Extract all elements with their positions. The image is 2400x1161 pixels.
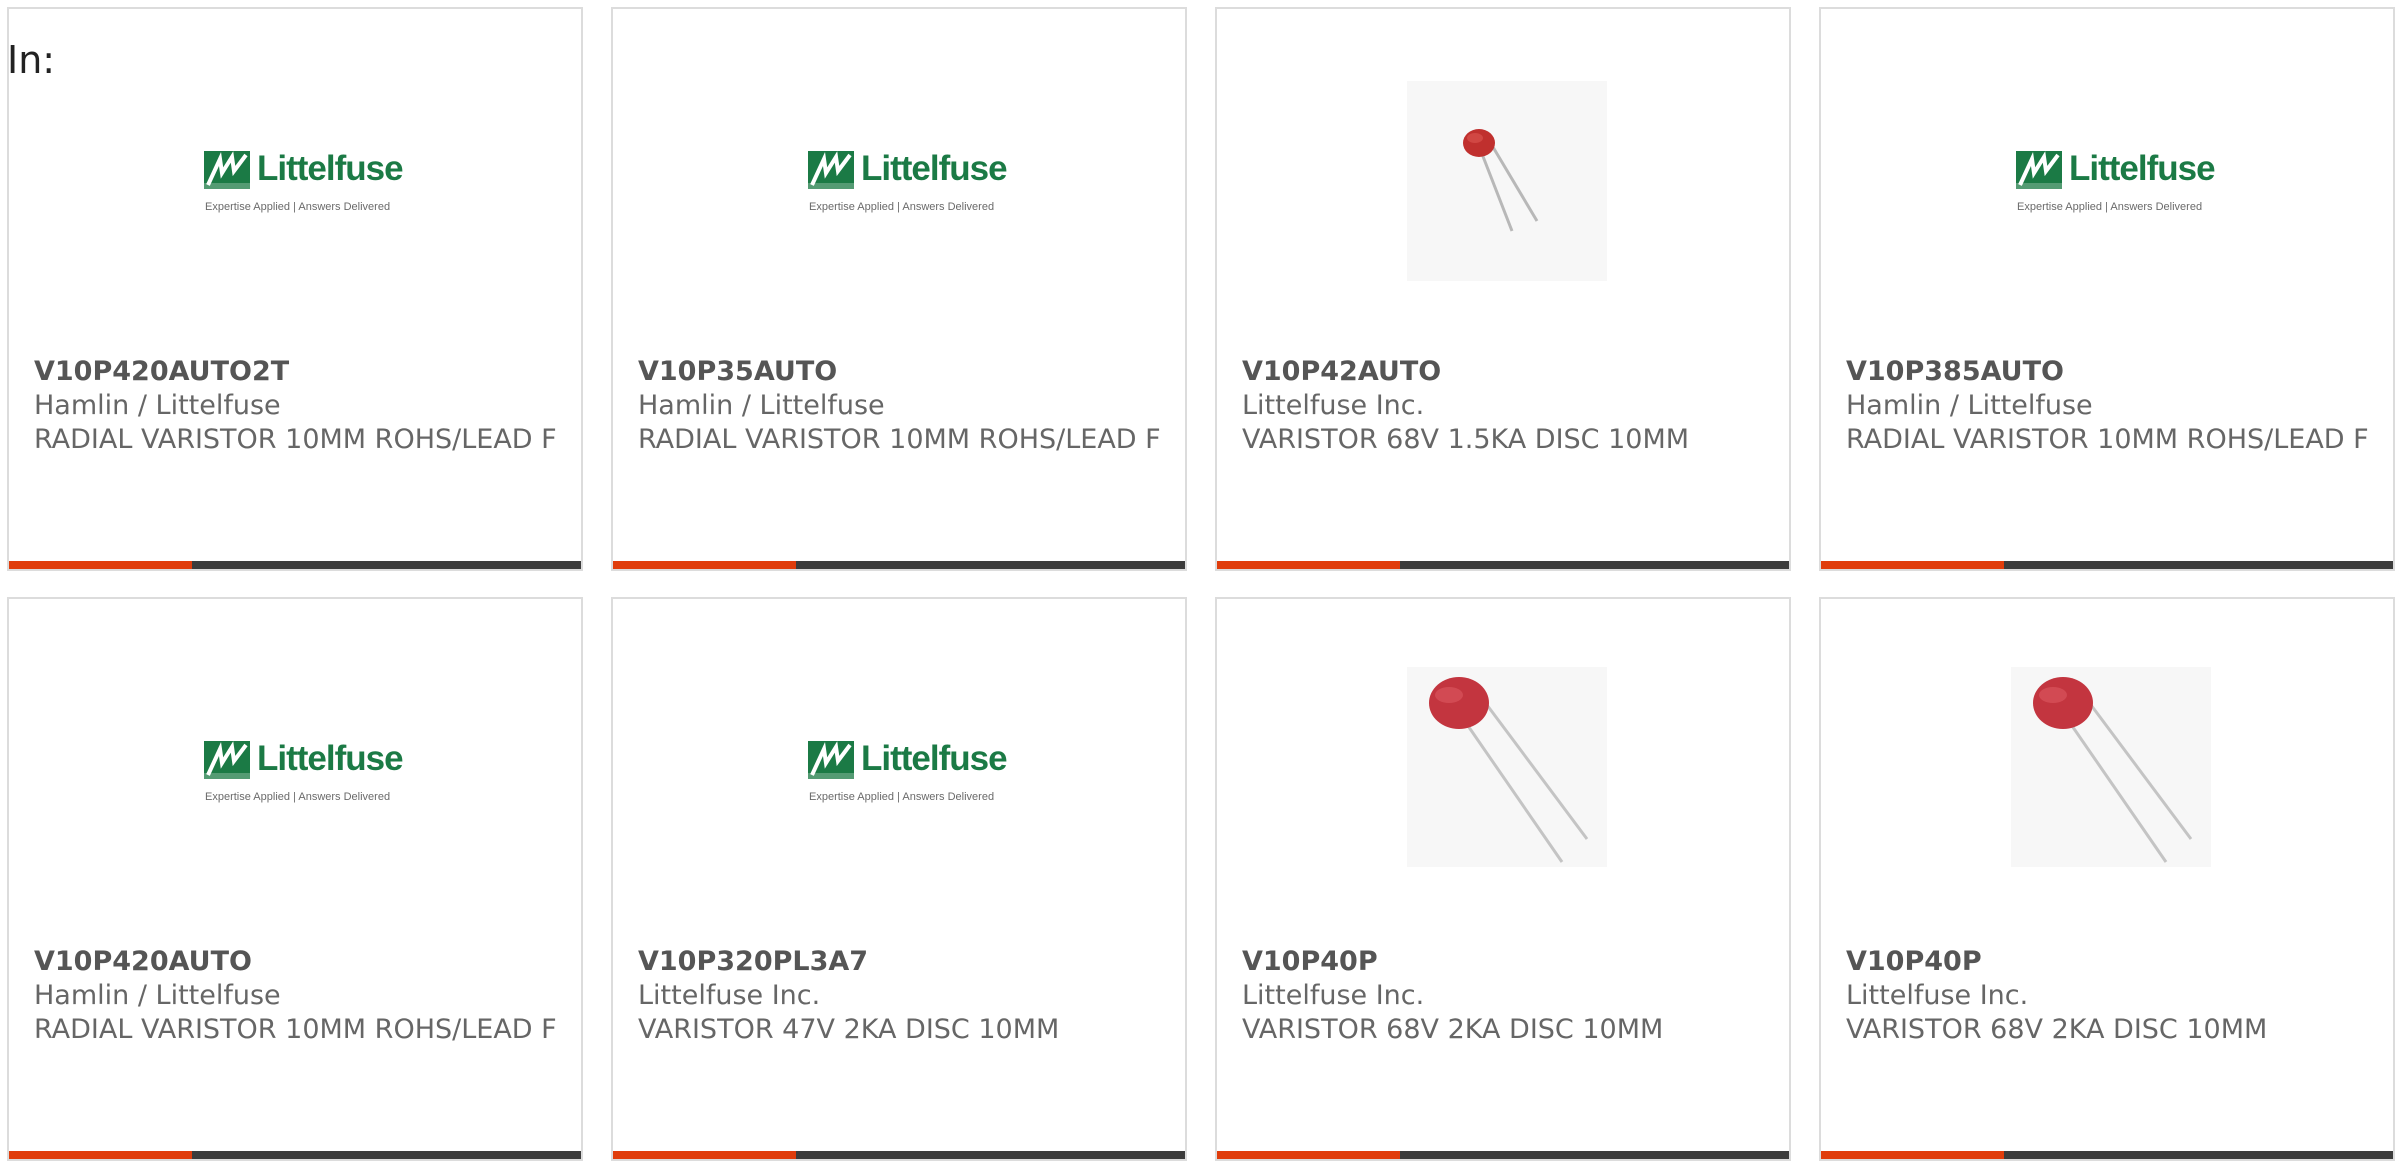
product-image[interactable]: Littelfuse Expertise Applied | Answers D…: [613, 9, 1185, 329]
product-card[interactable]: V10P40P Littelfuse Inc. VARISTOR 68V 2KA…: [1819, 597, 2395, 1161]
product-image[interactable]: Littelfuse Expertise Applied | Answers D…: [9, 9, 581, 329]
product-card[interactable]: Littelfuse Expertise Applied | Answers D…: [611, 7, 1187, 571]
manufacturer: Hamlin / Littelfuse: [34, 390, 281, 421]
part-number-link[interactable]: V10P40P: [1846, 945, 2383, 979]
product-info: V10P385AUTO Hamlin / Littelfuse RADIAL V…: [1846, 355, 2383, 457]
part-number-link[interactable]: V10P35AUTO: [638, 355, 1175, 389]
product-info: V10P40P Littelfuse Inc. VARISTOR 68V 2KA…: [1242, 945, 1779, 1047]
product-info: V10P420AUTO2T Hamlin / Littelfuse RADIAL…: [34, 355, 571, 457]
description: VARISTOR 68V 2KA DISC 10MM: [1242, 1014, 1664, 1045]
description: RADIAL VARISTOR 10MM ROHS/LEAD F: [34, 424, 557, 455]
littelfuse-logo-mark-icon: [808, 741, 854, 779]
manufacturer: Hamlin / Littelfuse: [1846, 390, 2093, 421]
description: RADIAL VARISTOR 10MM ROHS/LEAD F: [34, 1014, 557, 1045]
card-bottom-bar: [613, 561, 1185, 569]
logo-wordmark: Littelfuse: [861, 739, 1008, 778]
card-bottom-bar: [1217, 1151, 1789, 1159]
varistor-photo: [2011, 667, 2211, 867]
product-grid-page: In: Littelfuse Expertise Applied | Answe…: [0, 0, 2400, 1161]
card-accent-bar: [1821, 1151, 2004, 1159]
description: RADIAL VARISTOR 10MM ROHS/LEAD F: [638, 424, 1161, 455]
manufacturer: Littelfuse Inc.: [1846, 980, 2029, 1011]
littelfuse-logo: Littelfuse Expertise Applied | Answers D…: [799, 145, 1009, 219]
logo-tagline: Expertise Applied | Answers Delivered: [2017, 201, 2203, 213]
card-bottom-bar: [613, 1151, 1185, 1159]
manufacturer: Hamlin / Littelfuse: [34, 980, 281, 1011]
product-info: V10P40P Littelfuse Inc. VARISTOR 68V 2KA…: [1846, 945, 2383, 1047]
logo-wordmark: Littelfuse: [257, 149, 404, 188]
part-number-link[interactable]: V10P420AUTO2T: [34, 355, 571, 389]
part-number-link[interactable]: V10P40P: [1242, 945, 1779, 979]
product-card[interactable]: Littelfuse Expertise Applied | Answers D…: [7, 7, 583, 571]
product-card[interactable]: V10P40P Littelfuse Inc. VARISTOR 68V 2KA…: [1215, 597, 1791, 1161]
product-card[interactable]: Littelfuse Expertise Applied | Answers D…: [611, 597, 1187, 1161]
product-info: V10P420AUTO Hamlin / Littelfuse RADIAL V…: [34, 945, 571, 1047]
logo-tagline: Expertise Applied | Answers Delivered: [205, 201, 391, 213]
logo-tagline: Expertise Applied | Answers Delivered: [809, 201, 995, 213]
card-accent-bar: [1821, 561, 2004, 569]
littelfuse-logo: Littelfuse Expertise Applied | Answers D…: [195, 735, 405, 809]
product-image[interactable]: [1217, 599, 1789, 919]
card-bottom-bar: [1217, 561, 1789, 569]
varistor-photo-small: [1407, 81, 1607, 281]
logo-tagline: Expertise Applied | Answers Delivered: [809, 791, 995, 803]
product-image[interactable]: Littelfuse Expertise Applied | Answers D…: [9, 599, 581, 919]
product-card[interactable]: V10P42AUTO Littelfuse Inc. VARISTOR 68V …: [1215, 7, 1791, 571]
manufacturer: Littelfuse Inc.: [1242, 980, 1425, 1011]
littelfuse-logo-mark-icon: [808, 151, 854, 189]
filter-label: In:: [7, 38, 56, 82]
littelfuse-logo-mark-icon: [2016, 151, 2062, 189]
product-info: V10P42AUTO Littelfuse Inc. VARISTOR 68V …: [1242, 355, 1779, 457]
product-card[interactable]: Littelfuse Expertise Applied | Answers D…: [7, 597, 583, 1161]
product-image[interactable]: Littelfuse Expertise Applied | Answers D…: [1821, 9, 2393, 329]
product-info: V10P35AUTO Hamlin / Littelfuse RADIAL VA…: [638, 355, 1175, 457]
manufacturer: Littelfuse Inc.: [1242, 390, 1425, 421]
card-accent-bar: [1217, 1151, 1400, 1159]
logo-tagline: Expertise Applied | Answers Delivered: [205, 791, 391, 803]
varistor-photo: [1407, 667, 1607, 867]
part-number-link[interactable]: V10P420AUTO: [34, 945, 571, 979]
littelfuse-logo: Littelfuse Expertise Applied | Answers D…: [799, 735, 1009, 809]
manufacturer: Hamlin / Littelfuse: [638, 390, 885, 421]
description: RADIAL VARISTOR 10MM ROHS/LEAD F: [1846, 424, 2369, 455]
product-info: V10P320PL3A7 Littelfuse Inc. VARISTOR 47…: [638, 945, 1175, 1047]
description: VARISTOR 47V 2KA DISC 10MM: [638, 1014, 1060, 1045]
part-number-link[interactable]: V10P385AUTO: [1846, 355, 2383, 389]
manufacturer: Littelfuse Inc.: [638, 980, 821, 1011]
part-number-link[interactable]: V10P320PL3A7: [638, 945, 1175, 979]
product-image[interactable]: [1821, 599, 2393, 919]
product-card[interactable]: Littelfuse Expertise Applied | Answers D…: [1819, 7, 2395, 571]
card-accent-bar: [9, 1151, 192, 1159]
logo-wordmark: Littelfuse: [2069, 149, 2216, 188]
card-accent-bar: [613, 561, 796, 569]
product-image[interactable]: Littelfuse Expertise Applied | Answers D…: [613, 599, 1185, 919]
card-accent-bar: [1217, 561, 1400, 569]
card-accent-bar: [613, 1151, 796, 1159]
card-bottom-bar: [1821, 561, 2393, 569]
card-bottom-bar: [9, 1151, 581, 1159]
product-image[interactable]: [1217, 9, 1789, 329]
card-accent-bar: [9, 561, 192, 569]
logo-wordmark: Littelfuse: [257, 739, 404, 778]
card-bottom-bar: [1821, 1151, 2393, 1159]
logo-wordmark: Littelfuse: [861, 149, 1008, 188]
littelfuse-logo-mark-icon: [204, 741, 250, 779]
littelfuse-logo: Littelfuse Expertise Applied | Answers D…: [2007, 145, 2217, 219]
description: VARISTOR 68V 1.5KA DISC 10MM: [1242, 424, 1690, 455]
littelfuse-logo-mark-icon: [204, 151, 250, 189]
description: VARISTOR 68V 2KA DISC 10MM: [1846, 1014, 2268, 1045]
littelfuse-logo: Littelfuse Expertise Applied | Answers D…: [195, 145, 405, 219]
part-number-link[interactable]: V10P42AUTO: [1242, 355, 1779, 389]
card-bottom-bar: [9, 561, 581, 569]
